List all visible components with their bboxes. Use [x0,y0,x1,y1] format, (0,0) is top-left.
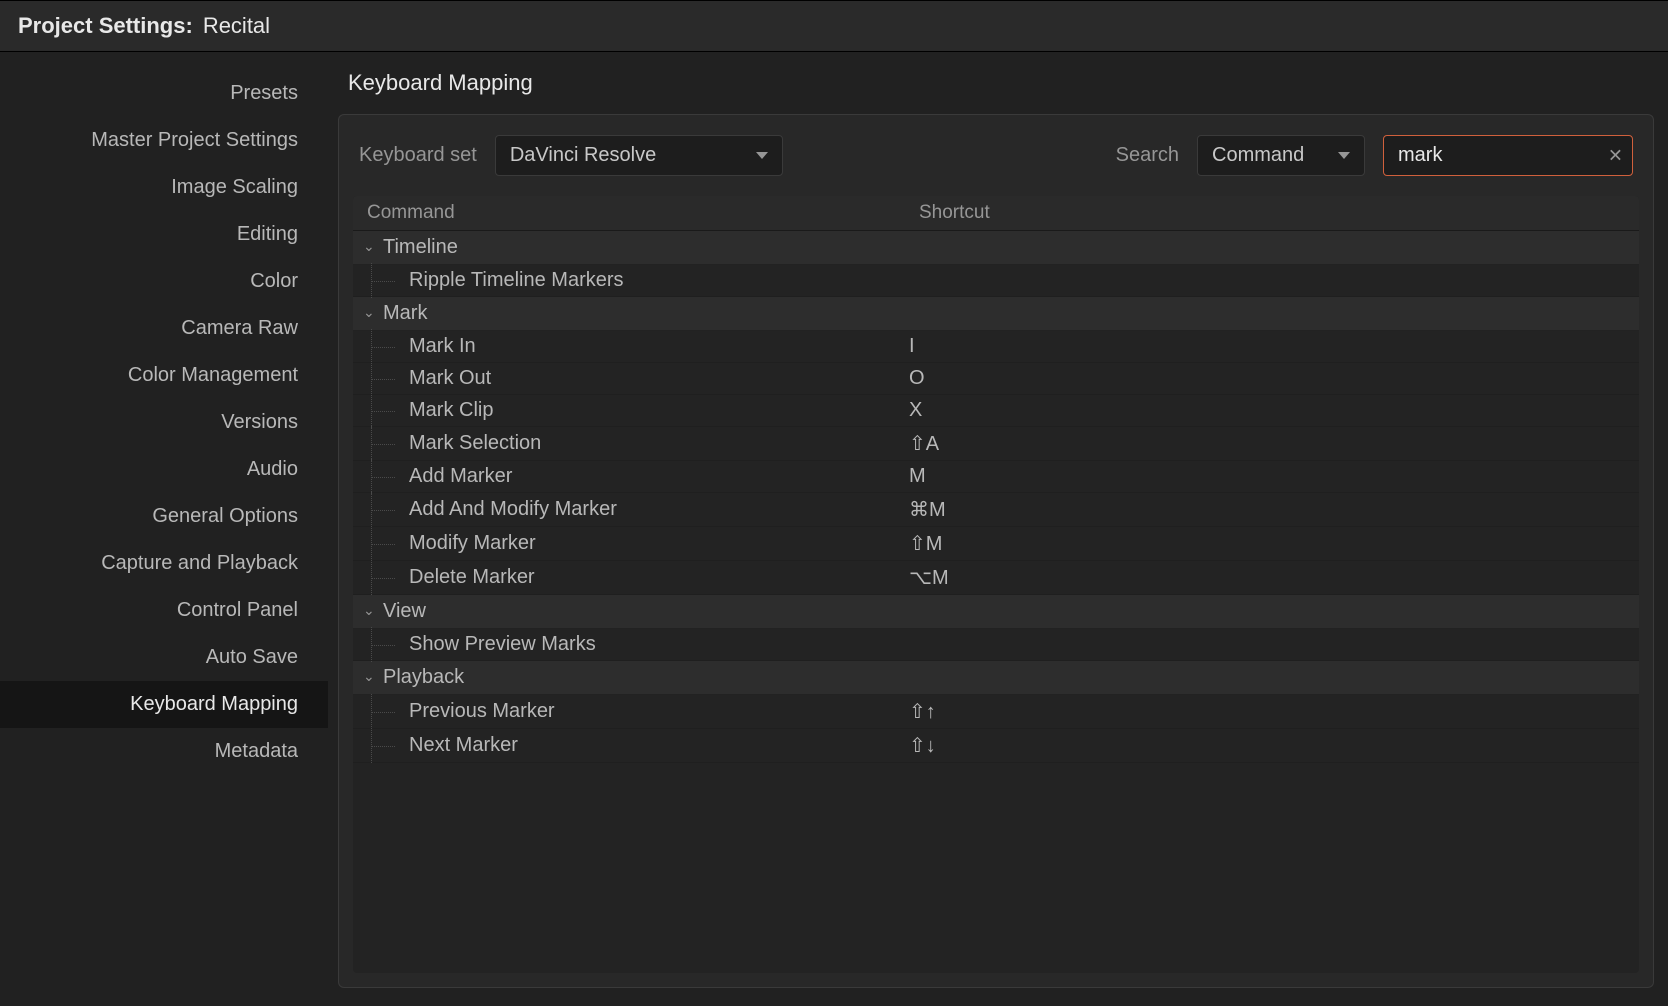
command-row[interactable]: Add And Modify Marker⌘M [353,493,1639,527]
command-row[interactable]: Mark InI [353,331,1639,363]
kbd-set-dropdown[interactable]: DaVinci Resolve [495,135,783,176]
command-name: Previous Marker [353,700,905,723]
chevron-down-icon: ⌄ [363,304,383,321]
command-shortcut: ⇧↓ [905,733,936,758]
chevron-down-icon: ⌄ [363,602,383,619]
table-header: Command Shortcut [353,196,1639,231]
command-row[interactable]: Add MarkerM [353,461,1639,493]
command-name: Mark Selection [353,432,905,455]
column-header-command[interactable]: Command [353,196,905,230]
sidebar-item-audio[interactable]: Audio [0,446,328,493]
chevron-down-icon: ⌄ [363,668,383,685]
command-row[interactable]: Next Marker⇧↓ [353,729,1639,763]
command-name: Modify Marker [353,532,905,555]
group-label: Mark [383,302,427,325]
main-panel: Keyboard Mapping Keyboard set DaVinci Re… [328,52,1668,1006]
sidebar-item-general-options[interactable]: General Options [0,493,328,540]
page-title: Keyboard Mapping [338,70,1654,114]
command-row[interactable]: Ripple Timeline Markers [353,265,1639,297]
command-name: Ripple Timeline Markers [353,269,905,292]
group-label: View [383,600,426,623]
group-label: Timeline [383,236,458,259]
table-body[interactable]: ⌄TimelineRipple Timeline Markers⌄MarkMar… [353,231,1639,973]
command-shortcut: ⌘M [905,497,946,522]
chevron-down-icon: ⌄ [363,238,383,255]
command-shortcut: I [905,335,915,358]
kbd-set-value: DaVinci Resolve [510,144,656,167]
sidebar-item-capture-and-playback[interactable]: Capture and Playback [0,540,328,587]
sidebar-item-master-project-settings[interactable]: Master Project Settings [0,117,328,164]
command-row[interactable]: Previous Marker⇧↑ [353,695,1639,729]
kbd-set-label: Keyboard set [359,144,477,167]
group-timeline[interactable]: ⌄Timeline [353,231,1639,265]
sidebar-item-versions[interactable]: Versions [0,399,328,446]
command-shortcut: X [905,399,922,422]
command-shortcut: M [905,465,926,488]
command-name: Mark Out [353,367,905,390]
window-title: Project Settings: [18,13,193,39]
sidebar: PresetsMaster Project SettingsImage Scal… [0,52,328,1006]
command-name: Add Marker [353,465,905,488]
group-view[interactable]: ⌄View [353,595,1639,629]
command-shortcut: O [905,367,925,390]
sidebar-item-editing[interactable]: Editing [0,211,328,258]
column-header-shortcut[interactable]: Shortcut [905,196,1639,230]
sidebar-item-auto-save[interactable]: Auto Save [0,634,328,681]
command-name: Show Preview Marks [353,633,905,656]
group-playback[interactable]: ⌄Playback [353,661,1639,695]
group-mark[interactable]: ⌄Mark [353,297,1639,331]
sidebar-item-color-management[interactable]: Color Management [0,352,328,399]
command-row[interactable]: Modify Marker⇧M [353,527,1639,561]
project-name: Recital [203,13,270,39]
command-shortcut: ⇧↑ [905,699,936,724]
sidebar-item-metadata[interactable]: Metadata [0,728,328,775]
command-shortcut: ⇧A [905,431,939,456]
command-shortcut: ⇧M [905,531,942,556]
sidebar-item-presets[interactable]: Presets [0,70,328,117]
command-shortcut: ⌥M [905,565,949,590]
command-row[interactable]: Show Preview Marks [353,629,1639,661]
command-name: Add And Modify Marker [353,498,905,521]
sidebar-item-camera-raw[interactable]: Camera Raw [0,305,328,352]
titlebar: Project Settings: Recital [0,0,1668,52]
sidebar-item-color[interactable]: Color [0,258,328,305]
command-name: Delete Marker [353,566,905,589]
command-name: Mark Clip [353,399,905,422]
command-row[interactable]: Mark OutO [353,363,1639,395]
shortcuts-table: Command Shortcut ⌄TimelineRipple Timelin… [353,196,1639,973]
sidebar-item-image-scaling[interactable]: Image Scaling [0,164,328,211]
toolbar: Keyboard set DaVinci Resolve Search Comm… [339,115,1653,196]
group-label: Playback [383,666,464,689]
search-mode-value: Command [1212,144,1304,167]
search-input[interactable] [1383,135,1633,176]
command-row[interactable]: Delete Marker⌥M [353,561,1639,595]
command-row[interactable]: Mark ClipX [353,395,1639,427]
sidebar-item-keyboard-mapping[interactable]: Keyboard Mapping [0,681,328,728]
command-name: Next Marker [353,734,905,757]
command-row[interactable]: Mark Selection⇧A [353,427,1639,461]
command-name: Mark In [353,335,905,358]
search-label: Search [1116,144,1179,167]
chevron-down-icon [1338,152,1350,159]
search-mode-dropdown[interactable]: Command [1197,135,1365,176]
chevron-down-icon [756,152,768,159]
sidebar-item-control-panel[interactable]: Control Panel [0,587,328,634]
close-icon[interactable]: ✕ [1608,145,1623,166]
settings-panel: Keyboard set DaVinci Resolve Search Comm… [338,114,1654,988]
